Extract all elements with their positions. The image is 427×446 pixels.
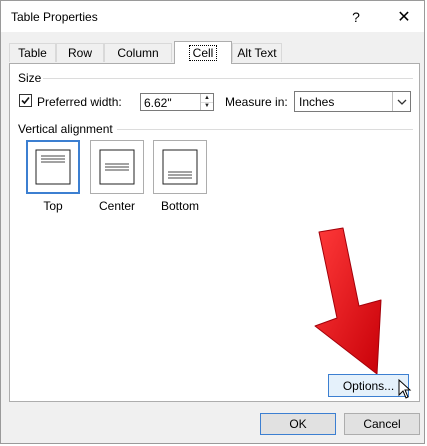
- spin-down-icon[interactable]: ▼: [201, 102, 213, 110]
- help-button[interactable]: ?: [339, 1, 373, 32]
- tab-row-label: Row: [67, 46, 92, 60]
- spinner-arrows: ▲ ▼: [200, 94, 213, 110]
- measure-in-dropdown[interactable]: Inches: [294, 91, 411, 112]
- cancel-button[interactable]: Cancel: [344, 413, 420, 435]
- tab-alt-text-label: Alt Text: [237, 46, 277, 60]
- cancel-button-label: Cancel: [363, 417, 401, 431]
- checkmark-icon: [21, 96, 30, 105]
- align-center-label: Center: [98, 199, 136, 213]
- vertical-alignment-section-label: Vertical alignment: [18, 122, 113, 136]
- chevron-down-icon[interactable]: [392, 92, 410, 111]
- align-bottom-icon: [162, 149, 198, 185]
- tab-table-label: Table: [18, 46, 47, 60]
- tab-alt-text[interactable]: Alt Text: [232, 43, 282, 62]
- align-top-button[interactable]: [26, 140, 80, 194]
- title-bar: Table Properties ? ✕: [1, 1, 424, 32]
- size-section-label: Size: [18, 71, 42, 85]
- tab-strip: Table Row Column Cell Alt Text: [9, 41, 424, 64]
- align-bottom-label: Bottom: [160, 199, 199, 213]
- close-button[interactable]: ✕: [387, 1, 421, 32]
- dialog-title: Table Properties: [11, 10, 98, 24]
- tab-cell[interactable]: Cell: [174, 41, 232, 64]
- tab-column[interactable]: Column: [104, 43, 172, 62]
- ok-button[interactable]: OK: [260, 413, 336, 435]
- tab-table[interactable]: Table: [9, 43, 56, 62]
- tab-row[interactable]: Row: [56, 43, 104, 62]
- red-arrow-icon: [314, 227, 382, 375]
- align-top-label: Top: [43, 199, 63, 213]
- measure-in-label: Measure in:: [225, 95, 288, 109]
- align-center-button[interactable]: [90, 140, 144, 194]
- options-button[interactable]: Options...: [328, 374, 409, 397]
- measure-in-value: Inches: [299, 95, 335, 109]
- table-properties-dialog: Table Properties ? ✕ Table Row Column Ce…: [0, 0, 425, 444]
- vertical-alignment-divider: [117, 129, 413, 130]
- preferred-width-checkbox[interactable]: [19, 94, 32, 107]
- align-top-icon: [35, 149, 71, 185]
- align-center-icon: [99, 149, 135, 185]
- mouse-cursor-icon: [398, 379, 412, 399]
- preferred-width-label: Preferred width:: [37, 95, 122, 109]
- preferred-width-value[interactable]: 6.62": [144, 96, 172, 110]
- align-bottom-button[interactable]: [153, 140, 207, 194]
- options-button-label: Options...: [342, 378, 395, 393]
- tab-cell-label: Cell: [188, 45, 218, 61]
- ok-button-label: OK: [289, 417, 307, 431]
- preferred-width-spinner[interactable]: 6.62" ▲ ▼: [140, 93, 214, 111]
- tab-column-label: Column: [117, 46, 159, 60]
- size-divider: [43, 78, 413, 79]
